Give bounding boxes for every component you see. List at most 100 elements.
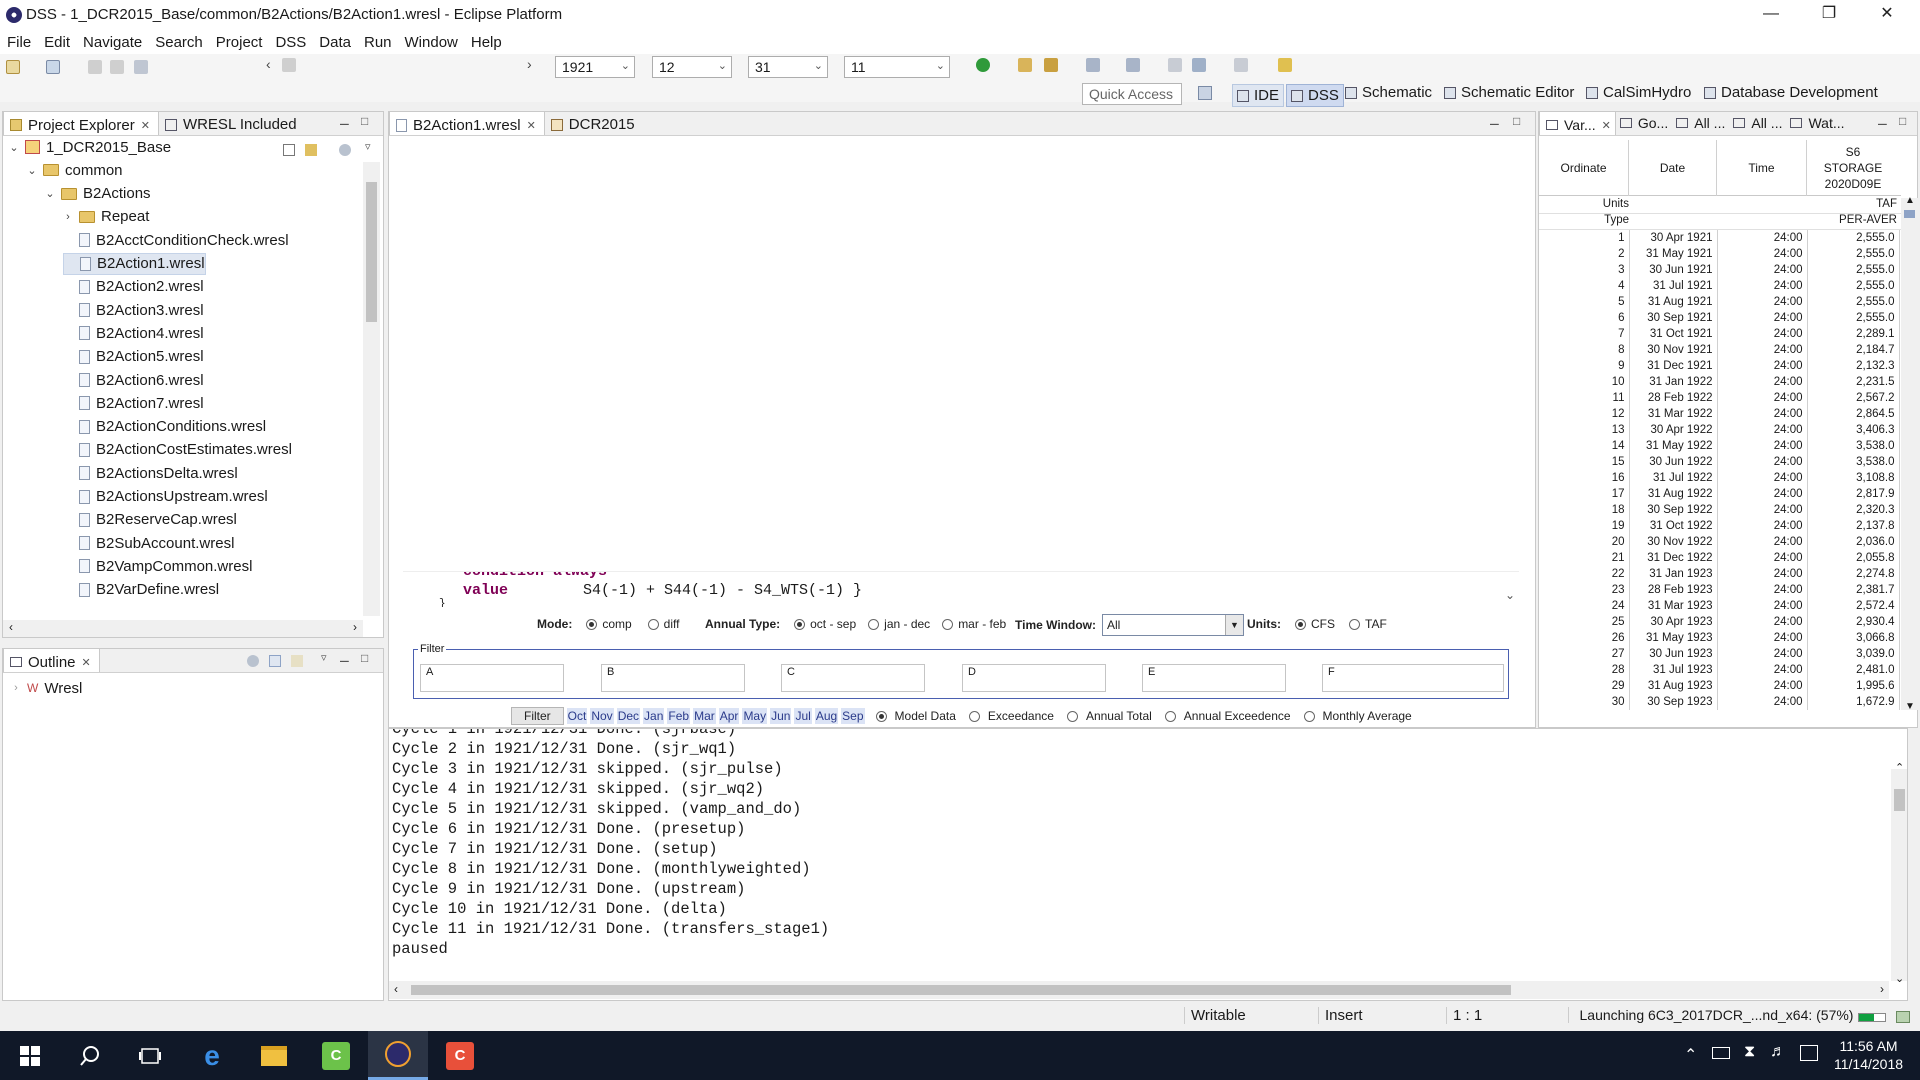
nav-back-icon[interactable]: ‹ [266, 56, 271, 72]
new-icon[interactable] [6, 60, 20, 74]
menu-run[interactable]: Run [364, 34, 392, 51]
tab-b2action1[interactable]: B2Action1.wresl ✕ [389, 111, 545, 135]
filter-button[interactable]: Filter [511, 707, 564, 725]
tree-project-item[interactable]: ⌄ 1_DCR2015_Base [9, 136, 171, 158]
perspective-schematic-editor[interactable]: Schematic Editor [1444, 84, 1574, 101]
tray-chevron-icon[interactable]: ⌃ [1684, 1045, 1697, 1065]
view-exceedance-radio[interactable] [968, 710, 980, 722]
code-editor[interactable]: condition always value S4(-1) + S44(-1) … [403, 571, 1519, 607]
save-all-icon[interactable] [110, 60, 124, 74]
tree-folder-item[interactable]: ⌄ B2Actions [45, 183, 150, 205]
open-icon[interactable] [1018, 58, 1032, 72]
table-row[interactable]: 24 31 Mar 1923 24:00 2,572.4 [1539, 598, 1900, 614]
battery-icon[interactable] [1712, 1047, 1730, 1059]
table-row[interactable]: 20 30 Nov 1922 24:00 2,036.0 [1539, 534, 1900, 550]
close-button[interactable]: ✕ [1858, 0, 1916, 30]
table-row[interactable]: 15 30 Jun 1922 24:00 3,538.0 [1539, 454, 1900, 470]
table-row[interactable]: 21 31 Dec 1922 24:00 2,055.8 [1539, 550, 1900, 566]
console-panel[interactable]: Cycle 1 in 1921/12/31 Done. (sjrbase) Cyc… [388, 728, 1908, 1001]
search-button[interactable] [60, 1031, 120, 1080]
table-row[interactable]: 13 30 Apr 1922 24:00 3,406.3 [1539, 422, 1900, 438]
table-row[interactable]: 26 31 May 1923 24:00 3,066.8 [1539, 630, 1900, 646]
tree-file-item[interactable]: B2AcctConditionCheck.wresl [63, 229, 289, 251]
table-row[interactable]: 11 28 Feb 1922 24:00 2,567.2 [1539, 390, 1900, 406]
header-date[interactable]: Date [1629, 140, 1717, 196]
menu-help[interactable]: Help [471, 34, 502, 51]
restore-button[interactable]: ❐ [1800, 0, 1858, 30]
console-hscrollbar[interactable]: ‹ › [389, 981, 1889, 999]
forward-icon[interactable] [1234, 58, 1248, 72]
tree-file-item[interactable]: B2Action1.wresl [63, 252, 206, 275]
table-row[interactable]: 17 31 Aug 1922 24:00 2,817.9 [1539, 486, 1900, 502]
tree-file-item[interactable]: B2ActionCostEstimates.wresl [63, 439, 292, 461]
filter-b-field[interactable]: B [601, 664, 745, 692]
perspective-database-development[interactable]: Database Development [1704, 84, 1878, 101]
clock[interactable]: 11:56 AM 11/14/2018 [1834, 1037, 1903, 1073]
save-icon[interactable] [88, 60, 102, 74]
minimize-view-icon[interactable]: ⚊ [339, 114, 350, 128]
header-series[interactable]: S6 STORAGE 2020D09E [1807, 144, 1899, 192]
chevron-down-icon[interactable]: ⌄ [1505, 588, 1515, 602]
tree-file-item[interactable]: B2ActionsUpstream.wresl [63, 486, 268, 508]
table-row[interactable]: 28 31 Jul 1923 24:00 2,481.0 [1539, 662, 1900, 678]
app-orange-button[interactable]: C [430, 1031, 490, 1080]
start-button[interactable] [0, 1031, 60, 1080]
menu-data[interactable]: Data [319, 34, 351, 51]
menu-search[interactable]: Search [155, 34, 203, 51]
menu-project[interactable]: Project [216, 34, 263, 51]
collapse-all-icon[interactable] [283, 144, 295, 156]
tree-file-item[interactable]: B2ActionsDelta.wresl [63, 462, 238, 484]
tab-dcr2015[interactable]: DCR2015 [545, 111, 643, 135]
tree-file-item[interactable]: B2SubAccount.wresl [63, 532, 234, 554]
wifi-icon[interactable]: ⧗ [1744, 1043, 1755, 1061]
table-row[interactable]: 29 31 Aug 1923 24:00 1,995.6 [1539, 678, 1900, 694]
annual-mar-feb-radio[interactable] [942, 618, 954, 630]
year-combo[interactable]: 1921 ⌄ [555, 56, 635, 78]
pin-icon[interactable] [1278, 58, 1292, 72]
tree-folder-item[interactable]: ⌄ common [27, 159, 122, 181]
perspective-dss[interactable]: DSS [1286, 84, 1344, 107]
filter-a-field[interactable]: A [420, 664, 564, 692]
tab-all-1[interactable]: All ... [1672, 111, 1729, 135]
link-editor-icon[interactable] [305, 144, 317, 156]
annual-oct-sep-radio[interactable] [794, 618, 806, 630]
month-may[interactable]: May [742, 708, 768, 724]
tree-file-item[interactable]: B2ActionConditions.wresl [63, 416, 266, 438]
maximize-view-icon[interactable]: □ [361, 651, 368, 665]
maximize-view-icon[interactable]: □ [1513, 114, 1520, 128]
tree-file-item[interactable]: B2ReserveCap.wresl [63, 509, 237, 531]
view-menu-icon[interactable]: ▿ [365, 140, 371, 153]
units-cfs-radio[interactable] [1295, 618, 1306, 630]
header-ordinate[interactable]: Ordinate [1539, 140, 1629, 196]
table-row[interactable]: 30 30 Sep 1923 24:00 1,672.9 [1539, 694, 1900, 710]
outline-menu-icon[interactable]: ▿ [321, 651, 327, 664]
minimize-view-icon[interactable]: ⚊ [1877, 114, 1888, 128]
month-sep[interactable]: Sep [841, 708, 865, 724]
close-icon[interactable]: ✕ [82, 656, 91, 669]
print-icon[interactable] [134, 60, 148, 74]
view-annual-exceedence-radio[interactable] [1164, 710, 1176, 722]
table-row[interactable]: 16 31 Jul 1922 24:00 3,108.8 [1539, 470, 1900, 486]
table-row[interactable]: 18 30 Sep 1922 24:00 2,320.3 [1539, 502, 1900, 518]
progress-view-icon[interactable] [1896, 1011, 1910, 1023]
tree-folder-item[interactable]: › Repeat [63, 206, 149, 228]
menu-window[interactable]: Window [405, 34, 458, 51]
expand-toggle-icon[interactable]: ⌄ [45, 187, 55, 200]
filter-c-field[interactable]: C [781, 664, 925, 692]
month-combo[interactable]: 12 ⌄ [652, 56, 732, 78]
filter-d-field[interactable]: D [962, 664, 1106, 692]
wand-icon[interactable] [1044, 58, 1058, 72]
month-jul[interactable]: Jul [794, 708, 812, 724]
tree-file-item[interactable]: B2VarDefine.wresl [63, 579, 219, 601]
edge-button[interactable]: e [182, 1031, 242, 1080]
tree-file-item[interactable]: B2Action2.wresl [63, 276, 204, 298]
tree-file-item[interactable]: B2Action3.wresl [63, 299, 204, 321]
perspective-ide[interactable]: IDE [1232, 84, 1285, 107]
table-row[interactable]: 4 31 Jul 1921 24:00 2,555.0 [1539, 278, 1900, 294]
tree-file-item[interactable]: B2Action5.wresl [63, 346, 204, 368]
tree-file-item[interactable]: B2Action7.wresl [63, 392, 204, 414]
perspective-calsimhydro[interactable]: CalSimHydro [1586, 84, 1691, 101]
tree-hscrollbar[interactable]: ‹ › [3, 620, 363, 637]
mode-comp-radio[interactable] [586, 618, 598, 630]
month-feb[interactable]: Feb [667, 708, 691, 724]
